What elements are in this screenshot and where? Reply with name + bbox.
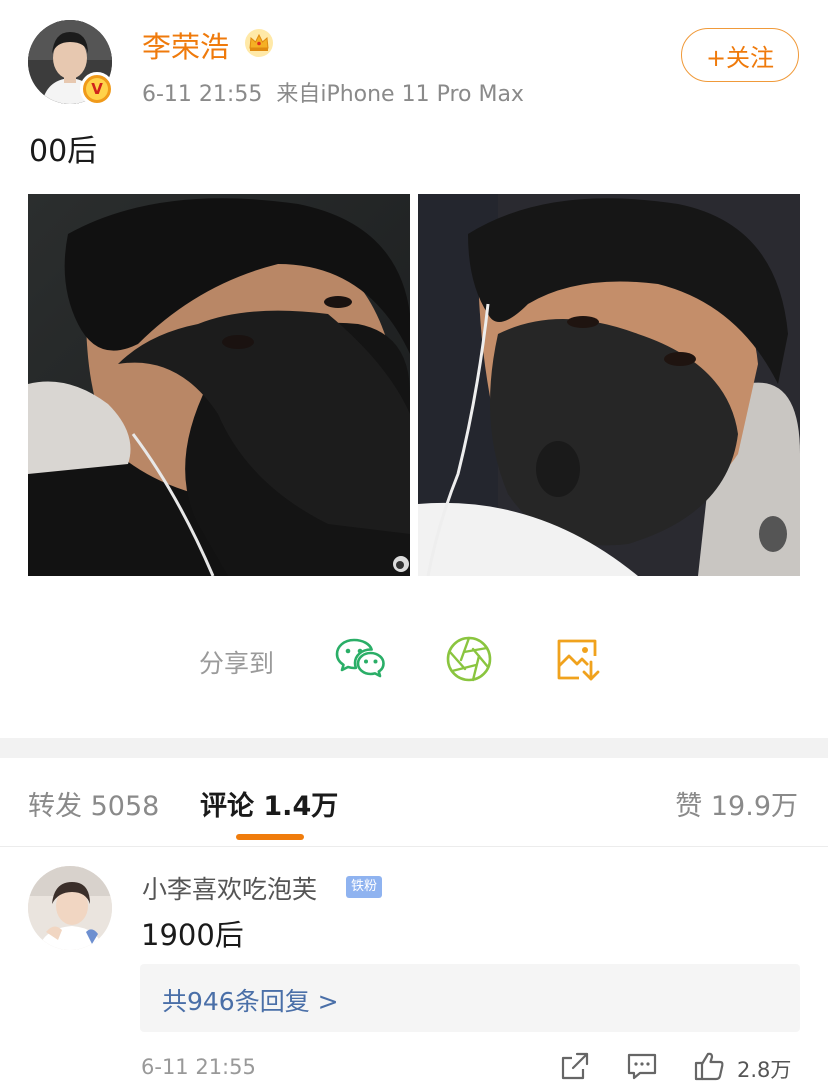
moments-icon[interactable] (444, 634, 494, 684)
author-avatar[interactable]: V (28, 20, 114, 106)
post-header: V 李荣浩 6-11 21:55 来自iPhone 11 Pro Max +关注 (0, 0, 828, 120)
share-label: 分享到 (199, 649, 275, 678)
section-divider (0, 738, 828, 758)
tab-repost[interactable]: 转发 5058 (28, 784, 159, 823)
tab-comment[interactable]: 评论 1.4万 (200, 784, 338, 823)
wechat-icon[interactable] (335, 634, 385, 684)
reply-icon[interactable] (626, 1050, 658, 1082)
save-image-icon[interactable] (553, 634, 603, 684)
share-row: 分享到 (0, 628, 828, 692)
verified-badge-icon: V (80, 72, 114, 106)
commenter-avatar[interactable] (28, 866, 112, 950)
interaction-tabs: 转发 5058 评论 1.4万 赞 19.9万 (0, 758, 828, 847)
tab-like[interactable]: 赞 19.9万 (675, 784, 798, 823)
thumbs-up-icon[interactable] (693, 1050, 725, 1082)
replies-box[interactable]: 共946条回复 > (140, 964, 800, 1032)
post-source: 来自iPhone 11 Pro Max (276, 82, 524, 107)
comment-text: 1900后 (141, 918, 244, 952)
commenter-name[interactable]: 小李喜欢吃泡芙 (142, 870, 317, 906)
iron-fan-badge: 铁粉 (346, 876, 382, 898)
crown-icon (245, 29, 273, 57)
comment-time: 6-11 21:55 (141, 1055, 256, 1079)
post-text: 00后 (29, 134, 98, 169)
post-meta: 6-11 21:55 来自iPhone 11 Pro Max (142, 76, 524, 108)
comment-like-count: 2.8万 (737, 1058, 792, 1082)
view-replies-link[interactable]: 共946条回复 > (162, 982, 339, 1018)
active-tab-indicator (236, 834, 304, 840)
share-icon[interactable] (559, 1050, 591, 1082)
follow-button[interactable]: +关注 (681, 28, 799, 82)
post-image-1[interactable] (28, 194, 410, 576)
author-name[interactable]: 李荣浩 (142, 24, 229, 66)
post-time: 6-11 21:55 (142, 82, 263, 107)
post-image-2[interactable] (418, 194, 800, 576)
